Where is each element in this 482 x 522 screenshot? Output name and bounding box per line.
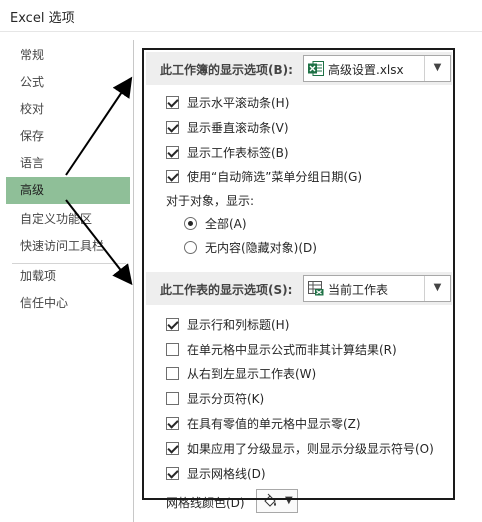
option-label: 显示垂直滚动条(V) — [187, 120, 289, 135]
radio-label: 全部(A) — [205, 216, 247, 231]
option-show-outline-symbols[interactable]: 如果应用了分级显示，则显示分级显示符号(O) — [166, 439, 434, 457]
objects-display-label: 对于对象，显示: — [166, 194, 255, 208]
checkbox[interactable] — [166, 441, 179, 455]
option-label: 显示水平滚动条(H) — [187, 95, 290, 110]
checkbox[interactable] — [166, 120, 179, 134]
option-right-to-left[interactable]: 从右到左显示工作表(W) — [166, 364, 316, 382]
paint-bucket-icon — [264, 493, 276, 507]
worksheet-select-value: 当前工作表 — [328, 283, 389, 297]
sheet-display-options-header: 此工作表的显示选项(S): 当前工作表 ▼ — [146, 272, 452, 305]
option-label: 显示网格线(D) — [187, 466, 266, 481]
checkbox[interactable] — [166, 169, 179, 183]
checkbox[interactable] — [166, 342, 179, 356]
option-label: 在具有零值的单元格中显示零(Z) — [187, 416, 361, 431]
sheet-section-label: 此工作表的显示选项(S): — [160, 283, 293, 297]
option-show-sheet-tabs[interactable]: 显示工作表标签(B) — [166, 143, 289, 161]
option-label: 在单元格中显示公式而非其计算结果(R) — [187, 342, 397, 357]
sidebar-item-formulas[interactable]: 公式 — [6, 69, 130, 96]
checkbox[interactable] — [166, 466, 179, 480]
workbook-select[interactable]: 高级设置.xlsx ▼ — [303, 55, 451, 82]
radio-button[interactable] — [184, 216, 197, 230]
option-show-formulas[interactable]: 在单元格中显示公式而非其计算结果(R) — [166, 340, 397, 358]
chevron-down-icon[interactable]: ▼ — [424, 276, 450, 301]
option-show-row-column-headers[interactable]: 显示行和列标题(H) — [166, 315, 289, 333]
sidebar-item-save[interactable]: 保存 — [6, 123, 130, 150]
sidebar-item-proofing[interactable]: 校对 — [6, 96, 130, 123]
checkbox[interactable] — [166, 416, 179, 430]
sidebar-item-add-ins[interactable]: 加载项 — [6, 263, 130, 290]
sidebar-item-language[interactable]: 语言 — [6, 150, 130, 177]
chevron-down-icon[interactable]: ▼ — [285, 495, 293, 506]
radio-hide-objects[interactable]: 无内容(隐藏对象)(D) — [184, 238, 317, 256]
checkbox[interactable] — [166, 145, 179, 159]
radio-button[interactable] — [184, 240, 197, 254]
titlebar-divider — [0, 31, 482, 32]
option-label: 如果应用了分级显示，则显示分级显示符号(O) — [187, 441, 434, 456]
radio-label: 无内容(隐藏对象)(D) — [205, 240, 317, 255]
workbook-section-label: 此工作簿的显示选项(B): — [160, 63, 293, 77]
option-label: 使用“自动筛选”菜单分组日期(G) — [187, 169, 363, 184]
gridline-color-picker[interactable]: ▼ — [256, 489, 298, 513]
sidebar-item-quick-access-toolbar[interactable]: 快速访问工具栏 — [6, 233, 130, 260]
sidebar-item-trust-center[interactable]: 信任中心 — [6, 290, 130, 317]
radio-show-all[interactable]: 全部(A) — [184, 214, 247, 232]
option-label: 显示工作表标签(B) — [187, 145, 289, 160]
workbook-select-value: 高级设置.xlsx — [328, 63, 404, 77]
checkbox[interactable] — [166, 95, 179, 109]
option-show-vertical-scrollbar[interactable]: 显示垂直滚动条(V) — [166, 118, 289, 136]
option-show-page-breaks[interactable]: 显示分页符(K) — [166, 389, 264, 407]
chevron-down-icon[interactable]: ▼ — [424, 56, 450, 81]
option-label: 从右到左显示工作表(W) — [187, 366, 317, 381]
options-sidebar: 常规 公式 校对 保存 语言 高级 自定义功能区 快速访问工具栏 加载项 信任中… — [6, 40, 134, 522]
option-label: 显示分页符(K) — [187, 391, 265, 406]
gridline-color-label: 网格线颜色(D) — [166, 496, 245, 510]
worksheet-icon — [308, 281, 324, 296]
excel-file-icon — [308, 61, 324, 76]
checkbox[interactable] — [166, 317, 179, 331]
option-show-gridlines[interactable]: 显示网格线(D) — [166, 464, 266, 482]
option-show-horizontal-scrollbar[interactable]: 显示水平滚动条(H) — [166, 93, 289, 111]
checkbox[interactable] — [166, 391, 179, 405]
sidebar-item-advanced[interactable]: 高级 — [6, 177, 130, 204]
option-group-dates-autofilter[interactable]: 使用“自动筛选”菜单分组日期(G) — [166, 167, 362, 185]
option-label: 显示行和列标题(H) — [187, 317, 290, 332]
workbook-display-options-header: 此工作簿的显示选项(B): 高级设置.xlsx ▼ — [146, 52, 452, 85]
checkbox[interactable] — [166, 366, 179, 380]
worksheet-select[interactable]: 当前工作表 ▼ — [303, 275, 451, 302]
window-title: Excel 选项 — [10, 11, 75, 26]
option-show-zero-values[interactable]: 在具有零值的单元格中显示零(Z) — [166, 414, 361, 432]
sidebar-item-general[interactable]: 常规 — [6, 42, 130, 69]
sidebar-item-customize-ribbon[interactable]: 自定义功能区 — [6, 206, 130, 233]
